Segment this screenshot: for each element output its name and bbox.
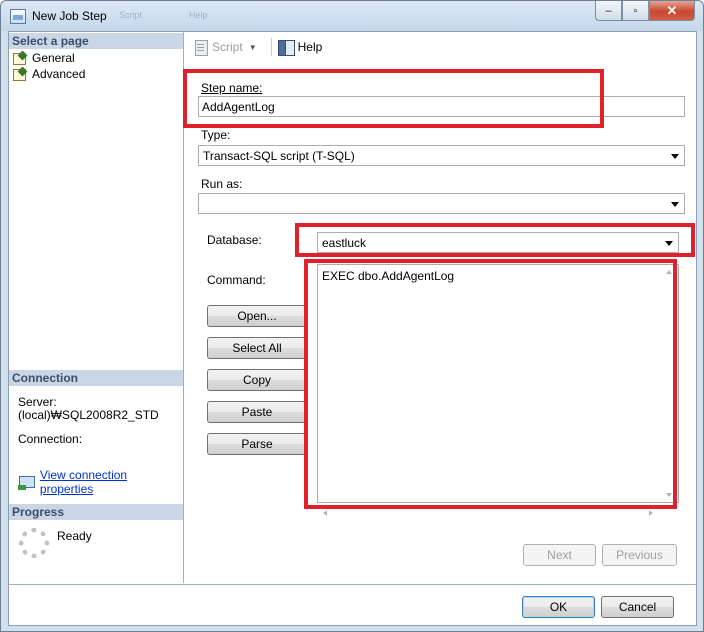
type-select-value: Transact-SQL script (T-SQL) <box>203 149 355 163</box>
view-connection-properties-label: View connection properties <box>39 468 128 496</box>
connection-header: Connection <box>9 370 183 386</box>
dialog-client-area: Select a page General Advanced Connectio… <box>8 31 697 626</box>
connection-label: Connection: <box>18 432 83 446</box>
scroll-down-icon[interactable] <box>666 493 672 497</box>
script-icon <box>193 39 209 56</box>
next-button[interactable]: Next <box>523 544 596 566</box>
type-select[interactable]: Transact-SQL script (T-SQL) <box>198 145 685 166</box>
window-title: New Job Step <box>32 9 107 23</box>
command-textarea[interactable]: EXEC dbo.AddAgentLog <box>317 264 679 503</box>
general-page: Script ▼ Help Step name: AddAgentLog Typ… <box>185 32 696 583</box>
horizontal-scrollbar[interactable] <box>317 506 679 522</box>
copy-button[interactable]: Copy <box>207 369 307 391</box>
progress-status: Ready <box>57 529 92 543</box>
previous-button[interactable]: Previous <box>602 544 677 566</box>
ghost-help-label: Help <box>189 10 208 20</box>
title-bar[interactable]: New Job Step Script Help – ▫ ✕ <box>1 1 703 31</box>
ghost-script-label: Script <box>119 10 143 20</box>
database-select[interactable]: eastluck <box>317 232 679 253</box>
chevron-down-icon <box>665 241 673 246</box>
help-label: Help <box>297 40 323 54</box>
scroll-right-icon[interactable] <box>649 510 653 516</box>
toolbar: Script ▼ Help <box>185 32 696 62</box>
app-icon <box>10 9 26 24</box>
close-button[interactable]: ✕ <box>649 1 695 21</box>
open-button[interactable]: Open... <box>207 305 307 327</box>
step-name-input[interactable]: AddAgentLog <box>198 96 685 117</box>
minimize-button[interactable]: – <box>595 1 622 21</box>
run-as-label: Run as: <box>201 177 243 191</box>
script-label: Script <box>212 40 243 54</box>
select-all-button[interactable]: Select All <box>207 337 307 359</box>
chevron-down-icon[interactable]: ▼ <box>249 43 257 52</box>
database-select-value: eastluck <box>322 236 367 250</box>
progress-header: Progress <box>9 504 183 520</box>
chevron-down-icon <box>671 202 679 207</box>
type-label: Type: <box>201 128 231 142</box>
view-connection-properties-link[interactable]: View connection properties <box>18 468 183 496</box>
scroll-up-icon[interactable] <box>666 270 672 274</box>
maximize-button[interactable]: ▫ <box>622 1 649 21</box>
page-item-label: General <box>32 50 75 65</box>
page-settings-icon <box>13 68 28 81</box>
command-text[interactable]: EXEC dbo.AddAgentLog <box>322 269 454 283</box>
page-item-label: Advanced <box>32 66 86 81</box>
scroll-left-icon[interactable] <box>323 510 327 516</box>
help-book-icon <box>277 39 295 56</box>
page-settings-icon <box>13 52 28 65</box>
ok-button[interactable]: OK <box>522 596 595 618</box>
left-panel: Select a page General Advanced Connectio… <box>9 32 184 583</box>
help-button[interactable]: Help <box>277 39 323 56</box>
select-page-header: Select a page <box>9 33 183 49</box>
script-button[interactable]: Script ▼ <box>193 39 263 56</box>
command-label: Command: <box>207 273 266 287</box>
new-job-step-dialog: New Job Step Script Help – ▫ ✕ Select a … <box>0 0 704 632</box>
paste-button[interactable]: Paste <box>207 401 307 423</box>
step-name-label: Step name: <box>201 81 263 95</box>
run-as-select[interactable] <box>198 193 685 214</box>
progress-spinner-icon <box>19 528 49 558</box>
page-item-advanced[interactable]: Advanced <box>13 66 85 81</box>
toolbar-separator <box>270 38 272 56</box>
connection-properties-icon <box>18 475 35 490</box>
server-value: (local)₩SQL2008R2_STD <box>18 408 159 422</box>
vertical-scrollbar[interactable] <box>661 265 678 502</box>
page-item-general[interactable]: General <box>13 50 75 65</box>
chevron-down-icon <box>671 154 679 159</box>
server-label: Server: <box>18 395 57 409</box>
database-label: Database: <box>207 233 262 247</box>
parse-button[interactable]: Parse <box>207 433 307 455</box>
cancel-button[interactable]: Cancel <box>601 596 674 618</box>
dialog-footer: OK Cancel <box>9 584 696 625</box>
